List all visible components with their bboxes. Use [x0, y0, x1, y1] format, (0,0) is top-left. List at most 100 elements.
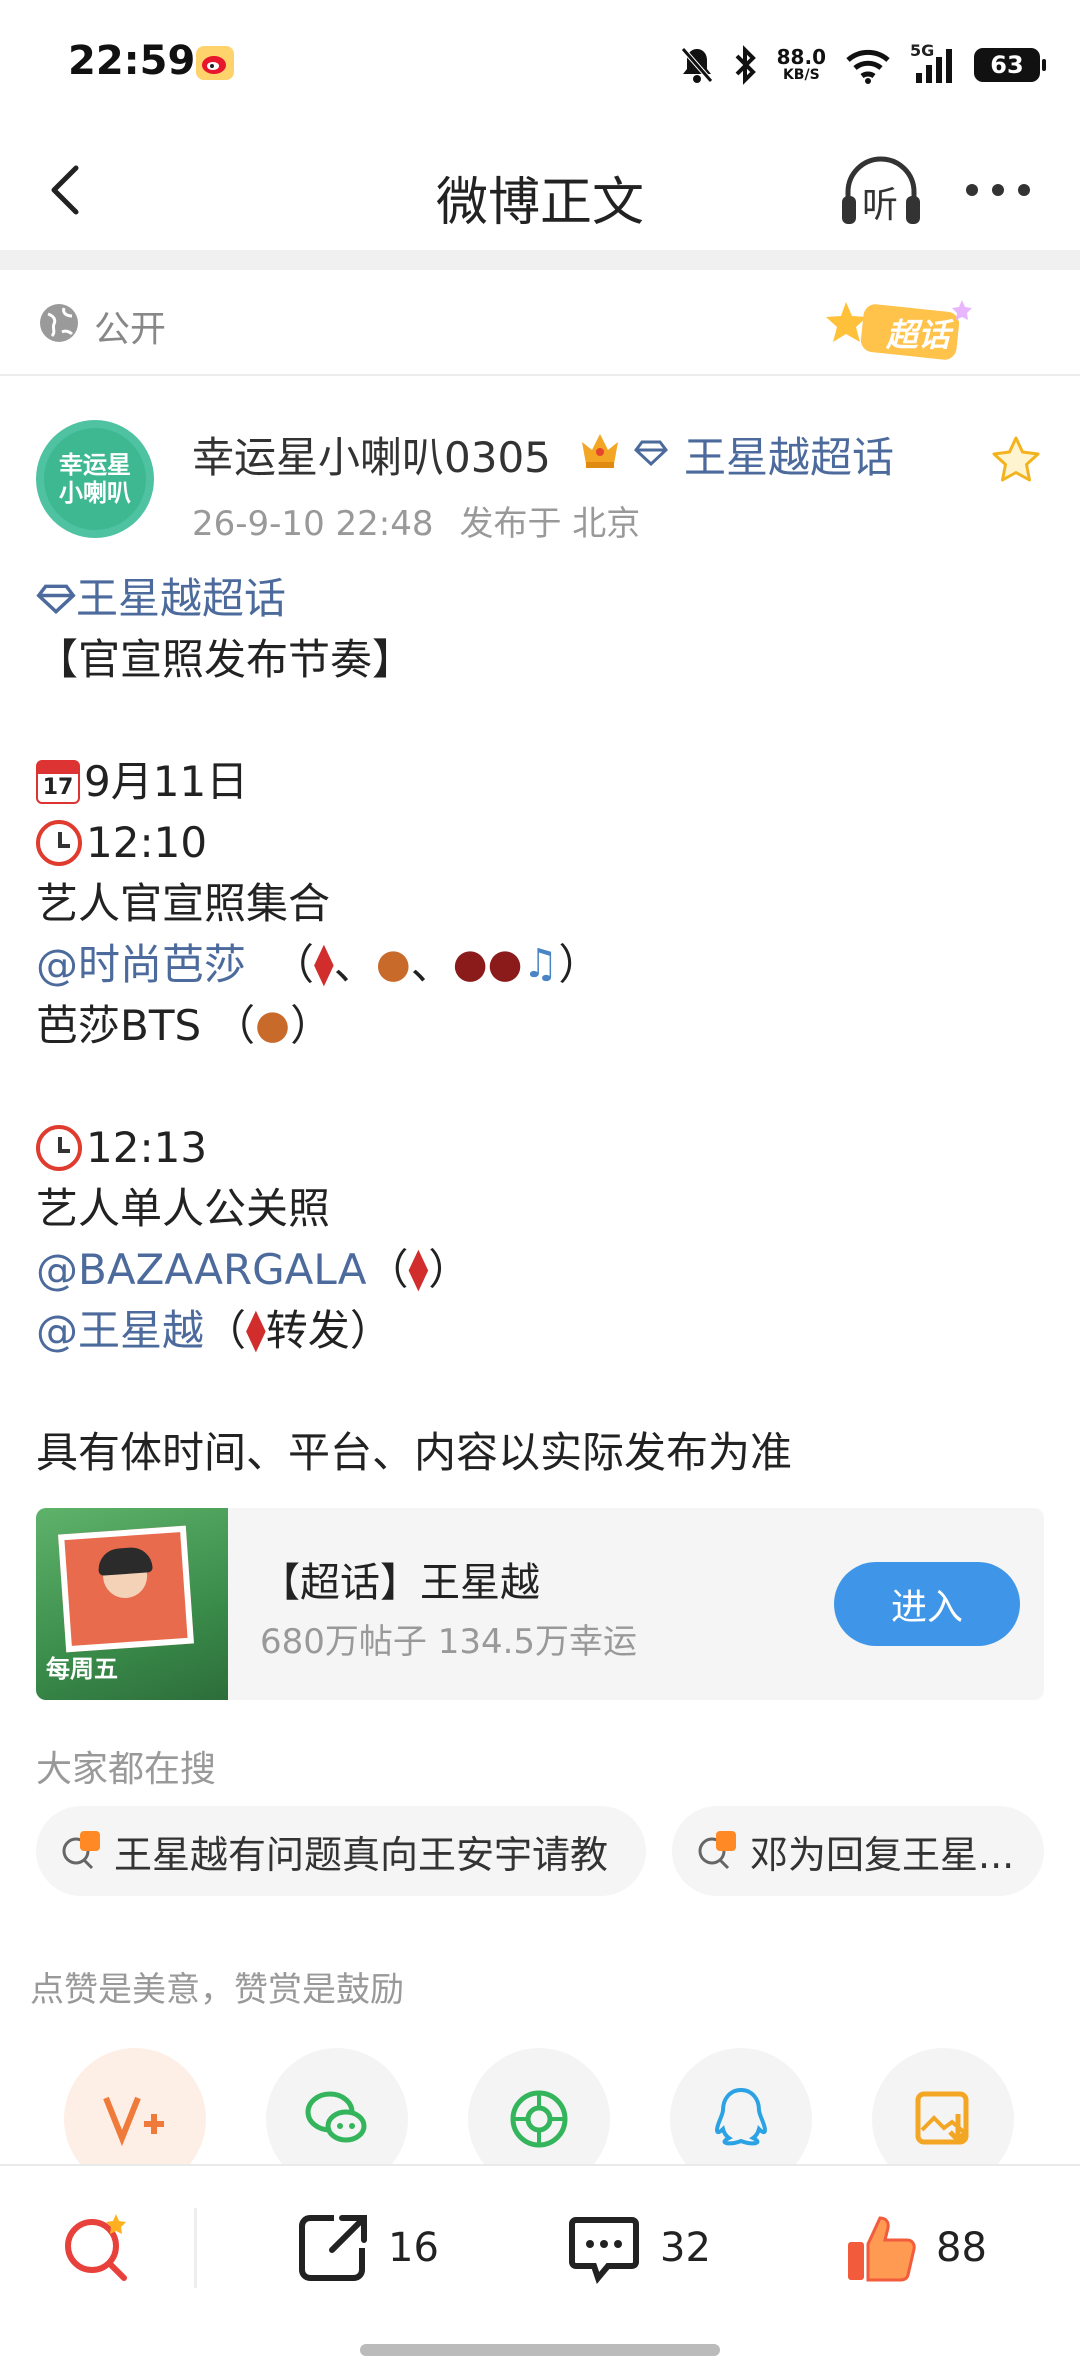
post-item-2: 艺人单人公关照	[36, 1184, 331, 1233]
alarm-clock-icon	[36, 819, 82, 866]
post-location: 发布于 北京	[459, 504, 641, 544]
status-time: 22:59	[68, 38, 196, 84]
post-meta: 26-9-10 22:48 发布于 北京	[192, 496, 640, 545]
post-date: 9月11日	[84, 757, 249, 806]
qq-share-button[interactable]	[670, 2048, 812, 2166]
scarf-icon: ⧫	[314, 941, 334, 987]
wechat-share-button[interactable]	[266, 2048, 408, 2166]
moments-share-button[interactable]	[468, 2048, 610, 2166]
visibility-label: 公开	[94, 309, 167, 350]
home-indicator[interactable]	[360, 2344, 720, 2356]
post-line-time1: 12:10	[36, 812, 1046, 873]
mute-icon	[680, 47, 713, 83]
v-plus-reward-icon	[103, 2096, 164, 2147]
author-super-topic-link[interactable]: 王星越超话	[684, 424, 894, 485]
mention-link[interactable]: @王星越	[36, 1300, 204, 1361]
post-bts-label: 芭莎BTS	[36, 1001, 202, 1050]
bottom-divider	[194, 2208, 197, 2288]
diamond-icon	[634, 440, 668, 466]
section-divider	[0, 250, 1080, 270]
post-body: 王星越超话 【官宣照发布节奏】 17 9月11日 12:10 艺人官宣照集合 @…	[36, 568, 1046, 1483]
crown-icon	[582, 434, 618, 468]
repost-icon	[299, 2215, 367, 2281]
author-name[interactable]: 幸运星小喇叭0305	[192, 424, 551, 485]
post-headline: 【官宣照发布节奏】	[36, 635, 415, 684]
moments-icon	[510, 2090, 568, 2148]
like-button[interactable]: 88	[842, 2206, 987, 2290]
comment-icon	[569, 2217, 639, 2285]
status-icons: 88.0 KB/S 5G 63	[679, 40, 1046, 90]
hot-search-icon	[62, 1831, 100, 1870]
repost-count: 16	[388, 2225, 439, 2271]
share-row	[0, 2040, 1080, 2166]
thumbnail-caption: 每周五	[46, 1655, 118, 1683]
repost-button[interactable]: 16	[294, 2206, 439, 2290]
post-footer-note: 具有体时间、平台、内容以实际发布为准	[36, 1428, 793, 1477]
super-topic-badge[interactable]: 超话	[822, 294, 990, 364]
diamond-icon	[36, 584, 76, 614]
beans-icon: ●●	[452, 941, 523, 987]
visibility-row: 公开 超话	[0, 270, 1080, 376]
post-line-time2: 12:13	[36, 1117, 1046, 1178]
hot-search-text: 王星越有问题真向王安宇请教	[114, 1832, 609, 1877]
wechat-icon	[305, 2091, 367, 2143]
favorite-star-icon[interactable]	[990, 434, 1042, 484]
scarf-icon: ⧫	[246, 1307, 266, 1353]
listen-label: 听	[862, 185, 899, 226]
battery-icon: 63	[974, 48, 1046, 82]
post-line-topic: 王星越超话	[36, 568, 1046, 629]
mention-link[interactable]: @时尚芭莎	[36, 934, 246, 995]
nav-bar: 微博正文 听	[0, 130, 1080, 250]
sweet-potato-icon: ●	[255, 1002, 291, 1048]
post-line-mention1: @时尚芭莎 （ ⧫ 、 ● 、 ●● ♫ ）	[36, 934, 1046, 995]
super-topic-badge-label: 超话	[886, 316, 951, 354]
post-time-1: 12:10	[86, 818, 208, 867]
hot-search-text: 邓为回复王星...	[750, 1832, 1015, 1877]
qq-icon	[714, 2087, 768, 2146]
comment-button[interactable]: 32	[566, 2206, 711, 2290]
calendar-icon: 17	[36, 759, 80, 804]
super-topic-stats: 680万帖子 134.5万幸运	[260, 1622, 638, 1662]
post-topic-link[interactable]: 王星越超话	[76, 568, 286, 629]
post-time-2: 12:13	[86, 1123, 208, 1172]
save-image-icon	[915, 2091, 969, 2145]
enter-button[interactable]: 进入	[834, 1562, 1020, 1646]
mention-link[interactable]: @BAZAARGALA	[36, 1239, 367, 1300]
hot-search-chip[interactable]: 王星越有问题真向王安宇请教	[36, 1806, 646, 1896]
reward-hint: 点赞是美意，赞赏是鼓励	[30, 1970, 404, 2010]
post-time: 26-9-10 22:48	[192, 504, 434, 544]
network-speed: 88.0 KB/S	[776, 45, 826, 83]
thumbs-up-icon	[848, 2216, 916, 2282]
weibo-notification-icon	[196, 46, 234, 80]
like-count: 88	[936, 2225, 987, 2271]
more-icon[interactable]	[962, 168, 1034, 212]
globe-icon	[40, 304, 78, 342]
super-topic-thumbnail: 每周五	[36, 1508, 228, 1700]
sweet-potato-icon: ●	[375, 941, 411, 987]
scarf-icon: ⧫	[408, 1246, 429, 1292]
bluetooth-icon	[735, 45, 756, 85]
post-line-mention2: @BAZAARGALA （ ⧫ ）	[36, 1239, 1046, 1300]
post-item-1: 艺人官宣照集合	[36, 879, 331, 928]
super-topic-title: 【超话】王星越	[260, 1560, 540, 1606]
post-line-bts: 芭莎BTS （ ● ）	[36, 995, 1046, 1056]
signal-icon: 5G	[910, 41, 956, 85]
alarm-clock-icon	[36, 1124, 82, 1171]
thumbnail-photo	[58, 1525, 194, 1653]
avatar-text: 幸运星 小喇叭	[44, 428, 146, 530]
repost-label: 转发	[265, 1306, 350, 1355]
v-plus-reward-button[interactable]	[64, 2048, 206, 2166]
search-icon[interactable]	[58, 2210, 134, 2286]
avatar[interactable]: 幸运星 小喇叭	[36, 420, 154, 538]
listen-button[interactable]: 听	[838, 148, 924, 234]
wifi-icon	[846, 49, 890, 84]
save-image-button[interactable]	[872, 2048, 1014, 2166]
hot-search-chip[interactable]: 邓为回复王星...	[672, 1806, 1044, 1896]
comment-count: 32	[660, 2225, 711, 2271]
hot-search-icon	[698, 1831, 736, 1870]
search-heading: 大家都在搜	[36, 1749, 217, 1790]
music-note-icon: ♫	[522, 941, 559, 987]
status-bar: 22:59 88.0 KB/S 5G 63	[0, 0, 1080, 120]
post-line-date: 17 9月11日	[36, 751, 1046, 812]
super-topic-card[interactable]: 每周五 【超话】王星越 680万帖子 134.5万幸运 进入	[36, 1508, 1044, 1700]
